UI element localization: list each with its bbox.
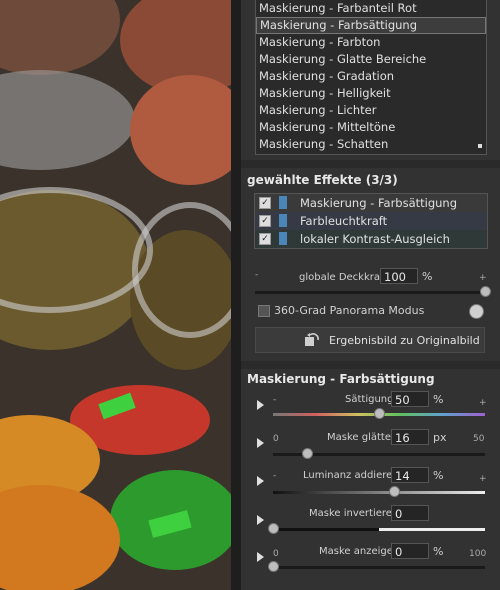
show-mask-label: Maske anzeigen: [319, 546, 400, 557]
checkbox[interactable]: ✓: [259, 197, 271, 209]
minus-label: -: [255, 270, 259, 280]
effect-row[interactable]: ✓ lokaler Kontrast-Ausgleich: [255, 230, 487, 248]
saturation-value-field[interactable]: 50: [391, 391, 429, 407]
max-label: 50: [473, 434, 485, 444]
opacity-slider[interactable]: [255, 291, 485, 294]
mask-list-item[interactable]: Maskierung - Glatte Bereiche: [256, 51, 486, 68]
mask-list-item[interactable]: Maskierung - Mitteltöne: [256, 119, 486, 136]
plus-label: +: [479, 474, 487, 484]
invert-label: Maske invertieren: [309, 508, 399, 519]
effect-row[interactable]: ✓ Farbleuchtkraft: [255, 212, 487, 230]
selected-effects-list[interactable]: ✓ Maskierung - Farbsättigung ✓ Farbleuch…: [254, 193, 488, 249]
separator: [241, 160, 500, 168]
mask-list-item[interactable]: Maskierung - Farbanteil Rot: [256, 0, 486, 17]
play-icon[interactable]: [257, 476, 264, 486]
min-label: 0: [273, 549, 279, 559]
invert-slider[interactable]: [273, 528, 485, 531]
smooth-slider-knob[interactable]: [301, 448, 313, 459]
mask-list-item[interactable]: Maskierung - Lichter: [256, 102, 486, 119]
show-mask-unit: %: [433, 545, 444, 558]
panorama-label: 360-Grad Panorama Modus: [274, 304, 425, 317]
show-mask-value-field[interactable]: 0: [391, 543, 429, 559]
image-preview[interactable]: [0, 0, 231, 590]
effect-icon: [279, 196, 287, 209]
effect-label: Maskierung - Farbsättigung: [300, 196, 458, 210]
effect-label: lokaler Kontrast-Ausgleich: [300, 232, 450, 246]
play-icon[interactable]: [257, 515, 264, 525]
luminance-label: Luminanz addieren: [303, 470, 399, 481]
max-label: 100: [469, 549, 487, 559]
invert-value-field[interactable]: 0: [391, 505, 429, 521]
swap-icon: [305, 333, 319, 346]
play-icon[interactable]: [257, 438, 264, 448]
mask-list[interactable]: Maskierung - Farbanteil Rot Maskierung - …: [255, 0, 487, 155]
play-icon[interactable]: [257, 552, 264, 562]
panorama-checkbox[interactable]: [258, 305, 270, 317]
play-icon[interactable]: [257, 400, 264, 410]
smooth-label: Maske glätten: [327, 432, 398, 443]
minus-label: -: [273, 471, 277, 481]
luminance-value-field[interactable]: 14: [391, 467, 429, 483]
min-label: 0: [273, 434, 279, 444]
luminance-unit: %: [433, 469, 444, 482]
saturation-label: Sättigung: [345, 394, 394, 405]
plus-label: +: [479, 398, 487, 408]
plus-label: +: [479, 273, 487, 283]
checkbox[interactable]: ✓: [259, 215, 271, 227]
settings-title: Maskierung - Farbsättigung: [247, 372, 435, 386]
compass-icon[interactable]: [469, 304, 484, 319]
mask-list-item[interactable]: Maskierung - Schatten: [256, 136, 486, 153]
opacity-label: globale Deckkraft: [299, 272, 388, 283]
luminance-slider-knob[interactable]: [388, 486, 400, 497]
result-button-label: Ergebnisbild zu Originalbild: [329, 334, 480, 347]
effect-icon: [279, 214, 287, 227]
opacity-value-field[interactable]: 100: [380, 268, 418, 284]
invert-slider-knob[interactable]: [268, 523, 279, 534]
preview-photo: [0, 0, 231, 590]
opacity-slider-knob[interactable]: [480, 286, 491, 297]
mask-list-item[interactable]: Maskierung - Farbsättigung: [256, 17, 486, 34]
effect-row[interactable]: ✓ Maskierung - Farbsättigung: [255, 194, 487, 212]
separator: [241, 361, 500, 369]
minus-label: -: [273, 395, 277, 405]
mask-list-item[interactable]: Maskierung - Gradation: [256, 68, 486, 85]
saturation-slider-knob[interactable]: [374, 408, 385, 419]
effect-label: Farbleuchtkraft: [300, 214, 388, 228]
show-mask-slider[interactable]: [273, 566, 485, 569]
saturation-unit: %: [433, 393, 444, 406]
scrollbar-thumb[interactable]: [478, 144, 482, 148]
effects-panel: Maskierung - Farbanteil Rot Maskierung - …: [241, 0, 500, 590]
result-to-original-button[interactable]: Ergebnisbild zu Originalbild: [255, 327, 485, 353]
mask-list-item[interactable]: Maskierung - Farbton: [256, 34, 486, 51]
show-mask-slider-knob[interactable]: [268, 561, 279, 572]
luminance-slider[interactable]: [273, 491, 485, 494]
smooth-unit: px: [433, 431, 447, 444]
effects-title: gewählte Effekte (3/3): [247, 173, 398, 187]
smooth-value-field[interactable]: 16: [391, 429, 429, 445]
opacity-unit: %: [422, 270, 433, 283]
checkbox[interactable]: ✓: [259, 233, 271, 245]
mask-list-item[interactable]: Maskierung - Helligkeit: [256, 85, 486, 102]
effect-icon: [279, 232, 287, 245]
